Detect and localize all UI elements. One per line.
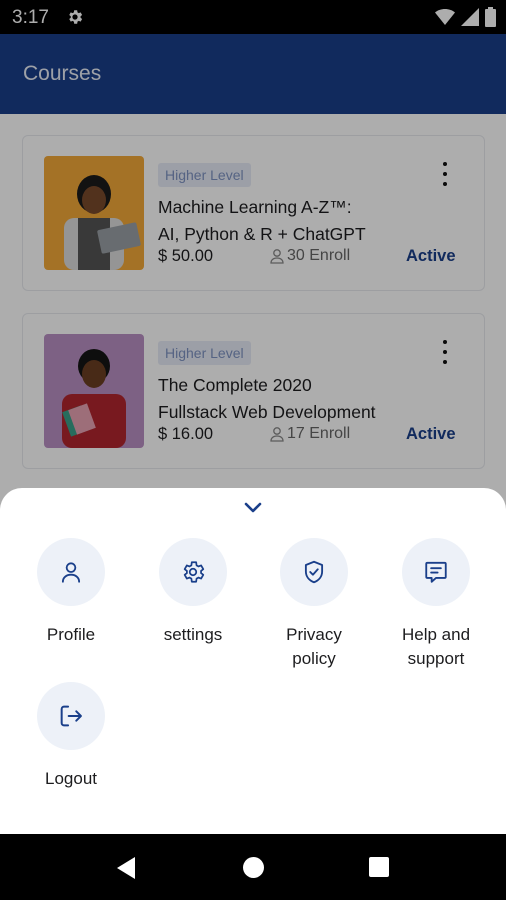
menu-label-privacy-policy: Privacy policy: [254, 623, 374, 671]
menu-label-privacy-line1: Privacy: [286, 625, 342, 644]
user-icon: [61, 562, 81, 583]
gear-icon: [183, 561, 205, 583]
home-icon[interactable]: [243, 857, 264, 878]
menu-item-settings[interactable]: settings: [133, 538, 253, 647]
chevron-down-icon[interactable]: [243, 500, 263, 516]
menu-label-help-line2: support: [407, 649, 465, 668]
message-icon: [425, 561, 447, 583]
settings-icon-button[interactable]: [159, 538, 227, 606]
logout-icon-button[interactable]: [37, 682, 105, 750]
bottom-sheet-menu: Profile settings Privacy policy Help and…: [0, 488, 506, 834]
privacy-icon-button[interactable]: [280, 538, 348, 606]
menu-item-profile[interactable]: Profile: [11, 538, 131, 647]
system-nav-bar: [0, 834, 506, 900]
profile-icon-button[interactable]: [37, 538, 105, 606]
menu-item-privacy-policy[interactable]: Privacy policy: [254, 538, 374, 671]
shield-check-icon: [304, 560, 324, 584]
menu-label-help-line1: Help and: [401, 625, 471, 644]
menu-label-privacy-line2: policy: [292, 649, 336, 668]
menu-item-logout[interactable]: Logout: [11, 682, 131, 791]
menu-label-profile: Profile: [46, 625, 96, 644]
menu-label-settings: settings: [163, 625, 223, 644]
menu-item-help-support[interactable]: Help and support: [376, 538, 496, 671]
recent-apps-icon[interactable]: [369, 857, 389, 877]
menu-label-help-support: Help and support: [376, 623, 496, 671]
logout-icon: [60, 705, 82, 727]
back-icon[interactable]: [115, 856, 137, 880]
help-icon-button[interactable]: [402, 538, 470, 606]
menu-label-logout: Logout: [45, 769, 97, 788]
